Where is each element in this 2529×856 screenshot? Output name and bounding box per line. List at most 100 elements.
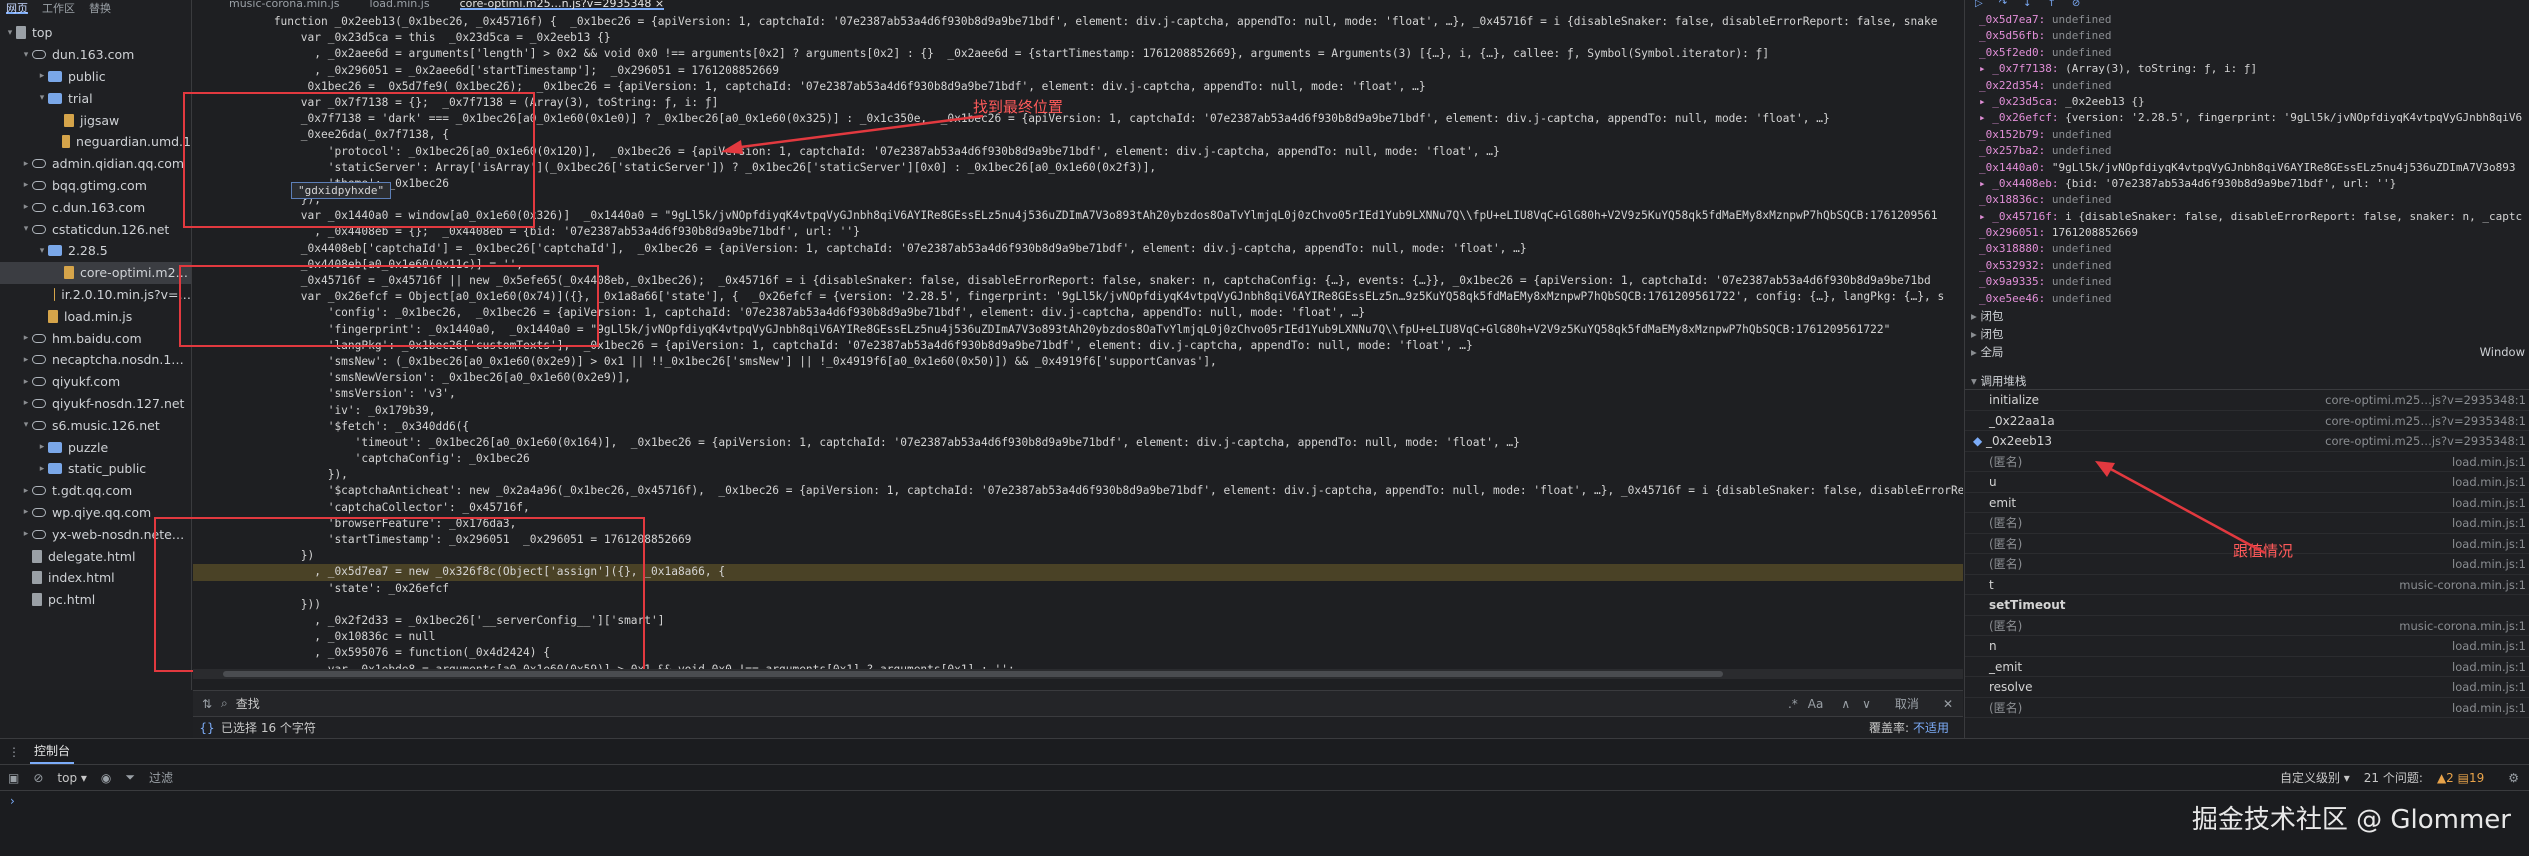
frame-location[interactable]: core-optimi.m25…js?v=2935348:1: [2325, 431, 2526, 451]
tab-overrides[interactable]: 替换: [89, 0, 111, 15]
code-line[interactable]: });: [193, 192, 1963, 208]
call-frame[interactable]: (匿名) music-corona.min.js:1: [1965, 616, 2529, 636]
code-line[interactable]: _0xee26da(_0x7f7138, {: [193, 127, 1963, 143]
frame-location[interactable]: load.min.js:1: [2452, 636, 2526, 656]
code-line[interactable]: 'startTimestamp': _0x296051 _0x296051 = …: [193, 532, 1963, 548]
frame-location[interactable]: load.min.js:1: [2452, 657, 2526, 677]
frame-location[interactable]: load.min.js:1: [2452, 554, 2526, 574]
tree-item[interactable]: ▸ bqq.gtimg.com: [0, 175, 191, 197]
scope-variable[interactable]: _0x257ba2: undefined: [1979, 143, 2529, 159]
horizontal-scrollbar[interactable]: [193, 669, 1963, 679]
tree-item[interactable]: ▾ dun.163.com: [0, 44, 191, 66]
code-line[interactable]: function _0x2eeb13(_0x1bec26, _0x45716f)…: [193, 14, 1963, 30]
chevron-down-icon[interactable]: ▾: [36, 93, 48, 103]
issues-count[interactable]: ▲2 ▤19: [2437, 771, 2484, 785]
call-frame[interactable]: (匿名) load.min.js:1: [1965, 698, 2529, 718]
code-line[interactable]: _0x4408eb[a0_0x1e60(0x11c)] = '',: [193, 257, 1963, 273]
code-line[interactable]: var _0x23d5ca = this _0x23d5ca = _0x2eeb…: [193, 30, 1963, 46]
code-line[interactable]: , _0x2aee6d = arguments['length'] > 0x2 …: [193, 46, 1963, 62]
frame-location[interactable]: load.min.js:1: [2452, 698, 2526, 718]
search-close-button[interactable]: 取消: [1895, 695, 1919, 712]
issues-label[interactable]: 21 个问题:: [2364, 769, 2423, 786]
scope-variable[interactable]: _0x18836c: undefined: [1979, 192, 2529, 208]
scope-variable[interactable]: _0x5d56fb: undefined: [1979, 28, 2529, 44]
code-line[interactable]: 'langPkg': _0x1bec26['customTexts'], _0x…: [193, 338, 1963, 354]
chevron-right-icon[interactable]: ▸: [20, 377, 32, 387]
code-line[interactable]: 'browserFeature': _0x176da3,: [193, 516, 1963, 532]
tab-console[interactable]: 控制台: [30, 739, 75, 764]
chevron-right-icon[interactable]: ▸: [20, 398, 32, 408]
code-line[interactable]: 'protocol': _0x1bec26[a0_0x1e60(0x120)],…: [193, 144, 1963, 160]
code-line[interactable]: var _0x26efcf = Object[a0_0x1e60(0x74)](…: [193, 289, 1963, 305]
drawer-menu-icon[interactable]: ⋮: [8, 745, 20, 759]
chevron-right-icon[interactable]: ▸: [20, 159, 32, 169]
scope-variable[interactable]: _0xe5ee46: undefined: [1979, 291, 2529, 307]
frame-location[interactable]: load.min.js:1: [2452, 452, 2526, 472]
call-frame[interactable]: _emit load.min.js:1: [1965, 657, 2529, 677]
frame-location[interactable]: load.min.js:1: [2452, 513, 2526, 533]
call-frame[interactable]: n load.min.js:1: [1965, 636, 2529, 657]
regex-toggle[interactable]: .*: [1788, 697, 1798, 711]
tree-item[interactable]: delegate.html: [0, 545, 191, 567]
scope-variable[interactable]: ▸ _0x26efcf: {version: '2.28.5', fingerp…: [1979, 110, 2529, 126]
scope-variable[interactable]: _0x9a9335: undefined: [1979, 274, 2529, 290]
call-frame[interactable]: resolve load.min.js:1: [1965, 677, 2529, 698]
tree-item[interactable]: ▸ necaptcha.nosdn.1…: [0, 349, 191, 371]
chevron-right-icon[interactable]: ▸: [20, 333, 32, 343]
tree-item[interactable]: ▾ top: [0, 22, 191, 44]
tree-item[interactable]: jigsaw: [0, 109, 191, 131]
code-line[interactable]: _0x45716f = _0x45716f || new _0x5efe65(_…: [193, 273, 1963, 289]
frame-location[interactable]: load.min.js:1: [2452, 534, 2526, 554]
tree-item[interactable]: ▸ puzzle: [0, 436, 191, 458]
code-line[interactable]: 'staticServer': Array['isArray'](_0x1bec…: [193, 160, 1963, 176]
scope-variable[interactable]: _0x532932: undefined: [1979, 258, 2529, 274]
chevron-down-icon[interactable]: ▾: [20, 50, 32, 60]
context-select[interactable]: top ▾: [57, 771, 87, 785]
close-icon[interactable]: ✕: [1943, 697, 1953, 711]
call-stack-header[interactable]: ▾ 调用堆栈: [1965, 372, 2529, 390]
chevron-right-icon[interactable]: ▸: [20, 180, 32, 190]
code-line[interactable]: }),: [193, 467, 1963, 483]
global-item[interactable]: ▸ 全局 Window: [1965, 343, 2529, 361]
deactivate-breakpoints-icon[interactable]: ⊘: [2072, 0, 2080, 12]
code-line[interactable]: '$captchaAnticheat': new _0x2a4a96(_0x1b…: [193, 483, 1963, 499]
code-line[interactable]: , _0x4408eb = {}; _0x4408eb = {bid: '07e…: [193, 224, 1963, 240]
braces-icon[interactable]: {}: [193, 721, 221, 735]
chevron-right-icon[interactable]: ▸: [36, 71, 48, 81]
step-out-icon[interactable]: ↑: [2047, 0, 2055, 12]
scope-variable[interactable]: _0x152b79: undefined: [1979, 127, 2529, 143]
tab-workspace[interactable]: 工作区: [42, 0, 75, 15]
frame-location[interactable]: core-optimi.m25…js?v=2935348:1: [2325, 411, 2526, 431]
code-line[interactable]: 'config': _0x1bec26, _0x1bec26 = {apiVer…: [193, 305, 1963, 321]
sidebar-toggle-icon[interactable]: ▣: [8, 771, 19, 785]
tree-item[interactable]: ▾ trial: [0, 87, 191, 109]
filter-input[interactable]: 过滤: [149, 769, 2266, 786]
resume-icon[interactable]: ▷: [1975, 0, 1983, 12]
step-into-icon[interactable]: ↓: [2023, 0, 2031, 12]
code-line[interactable]: 'iv': _0x179b39,: [193, 403, 1963, 419]
code-line[interactable]: }): [193, 548, 1963, 564]
tree-item[interactable]: pc.html: [0, 589, 191, 611]
search-next-icon[interactable]: ∨: [1862, 697, 1871, 711]
frame-location[interactable]: load.min.js:1: [2452, 493, 2526, 513]
chevron-down-icon[interactable]: ▾: [20, 420, 32, 430]
code-line[interactable]: 'timeout': _0x1bec26[a0_0x1e60(0x164)], …: [193, 435, 1963, 451]
tree-item[interactable]: neguardian.umd.1: [0, 131, 191, 153]
settings-icon[interactable]: ⚙: [2508, 771, 2519, 785]
tree-item[interactable]: ▾ 2.28.5: [0, 240, 191, 262]
tree-item[interactable]: ▸ static_public: [0, 458, 191, 480]
tree-item[interactable]: ▸ qiyukf-nosdn.127.net: [0, 393, 191, 415]
chevron-right-icon[interactable]: ▸: [20, 529, 32, 539]
search-prev-icon[interactable]: ∧: [1841, 697, 1850, 711]
chevron-down-icon[interactable]: ▾: [36, 246, 48, 256]
call-frame[interactable]: t music-corona.min.js:1: [1965, 575, 2529, 595]
code-lines[interactable]: function _0x2eeb13(_0x1bec26, _0x45716f)…: [193, 14, 1963, 669]
frame-location[interactable]: load.min.js:1: [2452, 677, 2526, 697]
chevron-right-icon[interactable]: ▸: [20, 507, 32, 517]
tree-item[interactable]: index.html: [0, 567, 191, 589]
code-line[interactable]: _0x7f7138 = 'dark' === _0x1bec26[a0_0x1e…: [193, 111, 1963, 127]
chevron-right-icon[interactable]: ▸: [20, 202, 32, 212]
code-line[interactable]: _0x1bec26 = _0x5d7fe9(_0x1bec26); _0x1be…: [193, 79, 1963, 95]
tree-item[interactable]: ▸ c.dun.163.com: [0, 196, 191, 218]
code-line[interactable]: 'smsNewVersion': _0x1bec26[a0_0x1e60(0x2…: [193, 370, 1963, 386]
